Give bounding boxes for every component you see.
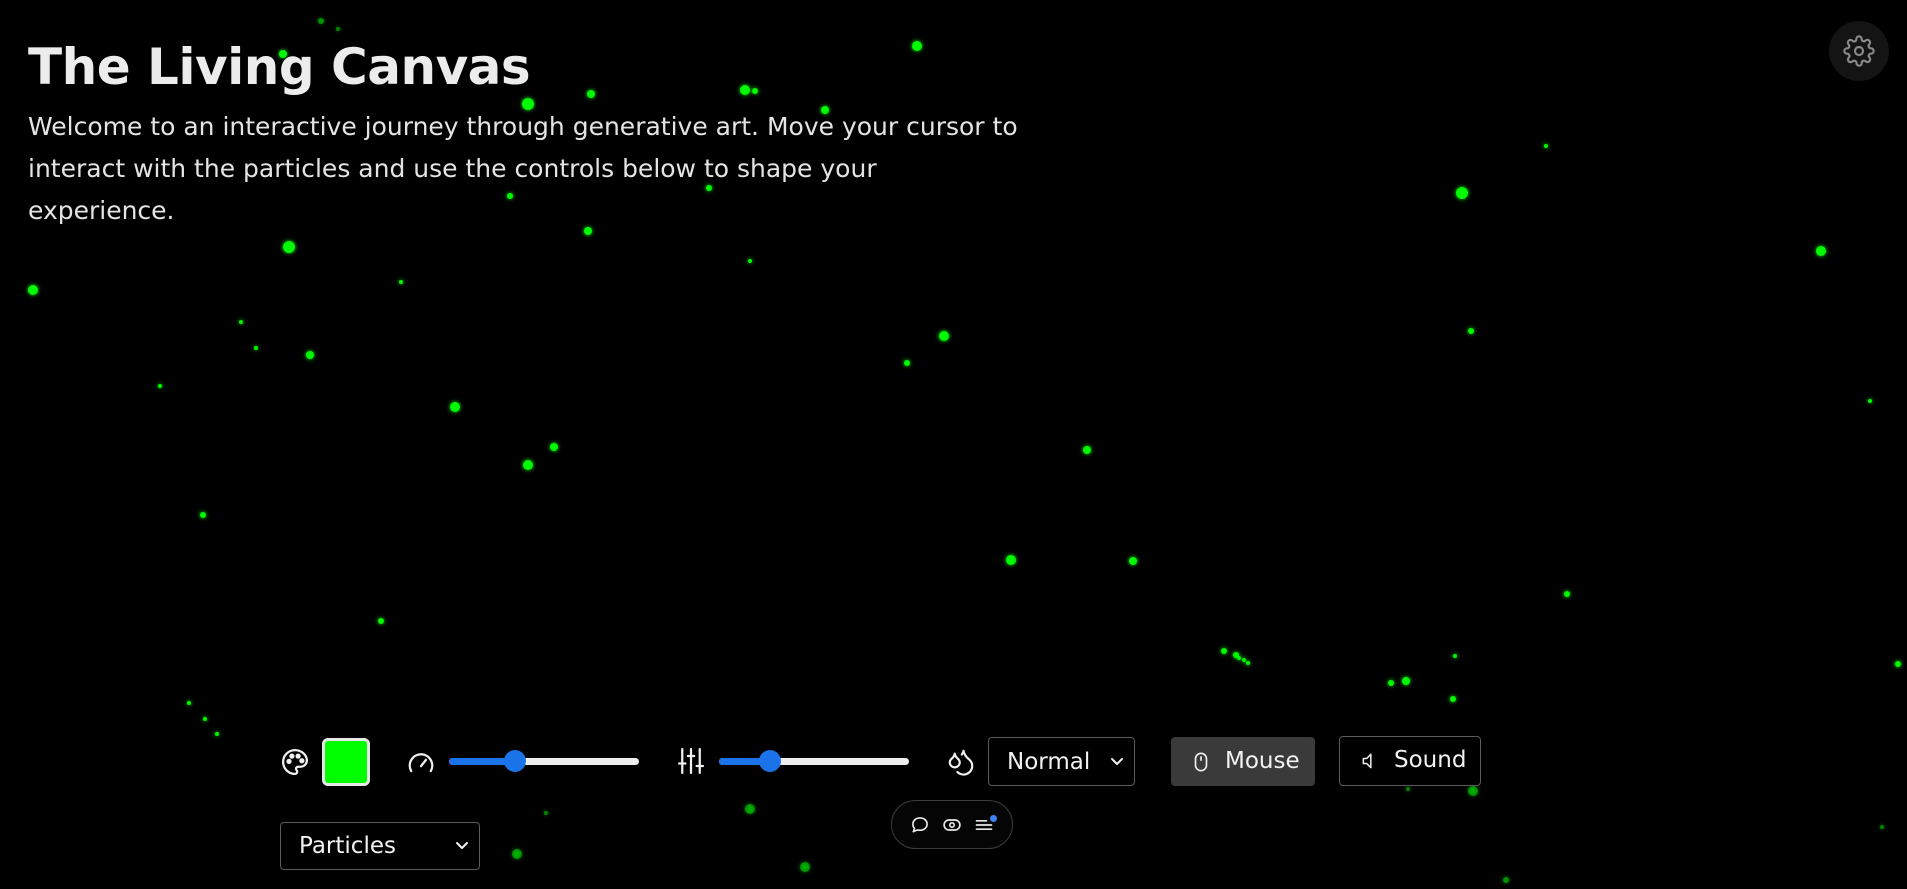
blend-mode-select[interactable]: Normal [988,737,1135,786]
density-slider-thumb[interactable] [759,750,781,772]
particle [1129,557,1137,565]
particle [399,280,403,284]
page-title: The Living Canvas [28,38,531,96]
particle [1237,656,1241,660]
particle [1402,677,1410,685]
particle [544,811,548,815]
living-canvas[interactable]: The Living Canvas Welcome to an interact… [0,0,1907,889]
particle [450,402,460,412]
particle [800,862,810,872]
particle [187,701,191,705]
palette-icon [278,745,312,779]
particle [939,331,949,341]
color-picker[interactable] [322,738,370,786]
particle [306,351,314,359]
particle [1083,446,1091,454]
particle [1450,696,1456,702]
gear-icon [1843,35,1875,67]
settings-button[interactable] [1829,21,1889,81]
notification-badge [990,814,997,822]
mouse-toggle-label: Mouse [1225,748,1300,774]
sound-toggle-button[interactable]: Sound [1339,736,1481,786]
particle [1246,661,1250,665]
sliders-icon [674,744,708,778]
particle [904,360,910,366]
menu-button[interactable] [971,812,997,838]
particle [1006,555,1016,565]
particle [158,384,162,388]
particle [378,618,384,624]
floating-toolbar [891,800,1013,849]
particle [748,259,752,263]
particle [318,18,324,24]
particle [745,804,755,814]
mode-value: Particles [299,833,396,859]
particle [512,849,522,859]
particle [523,460,533,470]
blend-mode-value: Normal [1007,748,1091,775]
particle [1880,825,1884,829]
particle [1503,877,1509,883]
particle [1406,787,1410,791]
particle [1895,661,1901,667]
particle [1388,680,1394,686]
gauge-icon [404,746,438,780]
chevron-down-icon [456,842,468,849]
particle [215,732,219,736]
view-button[interactable] [939,812,965,838]
particle [1221,648,1227,654]
mode-select[interactable]: Particles [280,822,480,870]
particle [28,285,38,295]
particle [203,717,207,721]
particle [200,512,206,518]
comment-button[interactable] [907,812,933,838]
particle [1468,328,1474,334]
particle [1453,654,1457,658]
chevron-down-icon [1111,757,1123,765]
speaker-icon [1358,749,1382,773]
particle [1816,246,1826,256]
particle [1468,786,1478,796]
eye-icon [943,818,961,831]
droplets-icon [944,745,978,779]
density-slider[interactable] [719,750,909,772]
comment-icon [912,816,928,832]
page-subtitle: Welcome to an interactive journey throug… [28,112,1018,225]
particle [283,241,295,253]
particle [254,346,258,350]
particle [1242,658,1246,662]
mouse-toggle-button[interactable]: Mouse [1171,737,1315,786]
speed-slider[interactable] [449,750,639,772]
speed-slider-thumb[interactable] [504,750,526,772]
particle [239,320,243,324]
particle [1544,144,1548,148]
header: The Living Canvas Welcome to an interact… [28,30,1028,232]
particle [1456,187,1468,199]
particle [1564,591,1570,597]
sound-toggle-label: Sound [1394,747,1467,773]
particle [1868,399,1872,403]
mouse-icon [1189,750,1213,774]
particle [550,443,558,451]
